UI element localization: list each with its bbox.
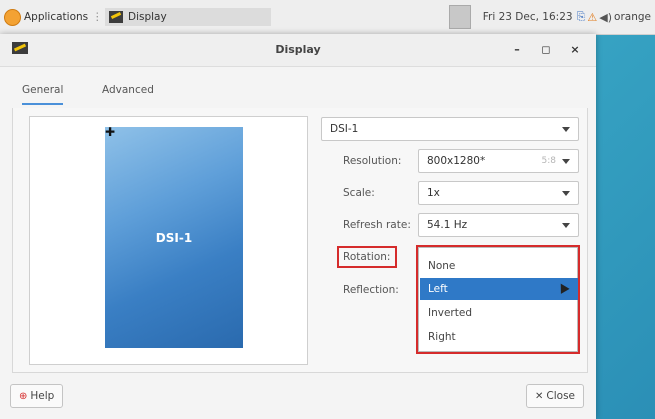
window-title: Display xyxy=(275,43,321,56)
user-name[interactable]: orange xyxy=(614,11,651,23)
display-preview: ✚ DSI-1 xyxy=(29,116,308,365)
applications-logo-icon xyxy=(4,8,21,26)
reflection-label: Reflection: xyxy=(343,284,399,296)
refresh-rate-value: 54.1 Hz xyxy=(427,219,468,231)
scale-label: Scale: xyxy=(343,187,375,199)
minimize-button[interactable]: – xyxy=(511,44,523,56)
close-window-button[interactable]: × xyxy=(569,44,581,56)
display-app-icon xyxy=(109,11,123,23)
top-panel: Applications ⋮ Display Fri 23 Dec, 16:23… xyxy=(0,0,655,35)
help-icon: ⊕ xyxy=(19,390,28,402)
workspace-switcher[interactable] xyxy=(448,5,471,29)
display-settings-window: Display – ◻ × General Advanced ✚ DSI-1 D… xyxy=(0,34,596,419)
output-select-value: DSI-1 xyxy=(330,123,359,135)
rotation-option-none[interactable]: None xyxy=(420,255,578,277)
rotation-option-right[interactable]: Right xyxy=(420,326,578,348)
chevron-down-icon xyxy=(562,127,570,132)
resolution-label: Resolution: xyxy=(343,155,402,167)
screenshot-icon[interactable]: ⎘ xyxy=(577,10,586,24)
volume-icon[interactable]: ◀) xyxy=(599,11,612,24)
taskbar-display-button[interactable]: Display xyxy=(105,8,271,26)
mouse-cursor-icon xyxy=(556,281,570,294)
rotation-option-left[interactable]: Left xyxy=(420,278,578,300)
resolution-aspect: 5:8 xyxy=(541,156,556,166)
system-tray: Fri 23 Dec, 16:23 ⎘ ⚠ ◀) orange xyxy=(448,5,655,29)
rotation-label: Rotation: xyxy=(343,251,391,263)
monitor-dsi-1[interactable]: ✚ DSI-1 xyxy=(105,125,243,348)
close-button[interactable]: ✕ Close xyxy=(526,384,584,408)
help-button[interactable]: ⊕ Help xyxy=(10,384,64,408)
chevron-down-icon xyxy=(562,223,570,228)
maximize-button[interactable]: ◻ xyxy=(540,44,552,56)
chevron-down-icon xyxy=(562,191,570,196)
network-icon[interactable]: ⚠ xyxy=(587,11,597,24)
applications-menu[interactable]: Applications ⋮ xyxy=(4,8,107,26)
panel-separator: ⋮ xyxy=(92,11,103,23)
help-button-label: Help xyxy=(30,390,55,402)
rotation-dropdown[interactable]: None Left Inverted Right xyxy=(418,247,578,352)
refresh-rate-label: Refresh rate: xyxy=(343,219,411,231)
tab-advanced[interactable]: Advanced xyxy=(102,84,154,96)
clock[interactable]: Fri 23 Dec, 16:23 xyxy=(483,11,573,23)
close-icon: ✕ xyxy=(535,390,544,402)
scale-value: 1x xyxy=(427,187,440,199)
resolution-value: 800x1280* xyxy=(427,155,486,167)
monitor-label: DSI-1 xyxy=(155,231,193,245)
refresh-rate-select[interactable]: 54.1 Hz xyxy=(418,213,579,237)
close-button-label: Close xyxy=(546,390,575,402)
chevron-down-icon xyxy=(562,159,570,164)
applications-label: Applications xyxy=(24,11,89,23)
resolution-select[interactable]: 800x1280* 5:8 xyxy=(418,149,579,173)
tab-bar: General Advanced xyxy=(12,76,586,109)
tab-general[interactable]: General xyxy=(22,84,64,105)
window-titlebar[interactable]: Display – ◻ × xyxy=(0,34,596,67)
output-select[interactable]: DSI-1 xyxy=(321,117,579,141)
primary-marker-icon: ✚ xyxy=(105,125,116,139)
rotation-option-left-label: Left xyxy=(428,283,448,295)
scale-select[interactable]: 1x xyxy=(418,181,579,205)
taskbar-display-label: Display xyxy=(128,11,167,23)
rotation-option-inverted[interactable]: Inverted xyxy=(420,302,578,324)
